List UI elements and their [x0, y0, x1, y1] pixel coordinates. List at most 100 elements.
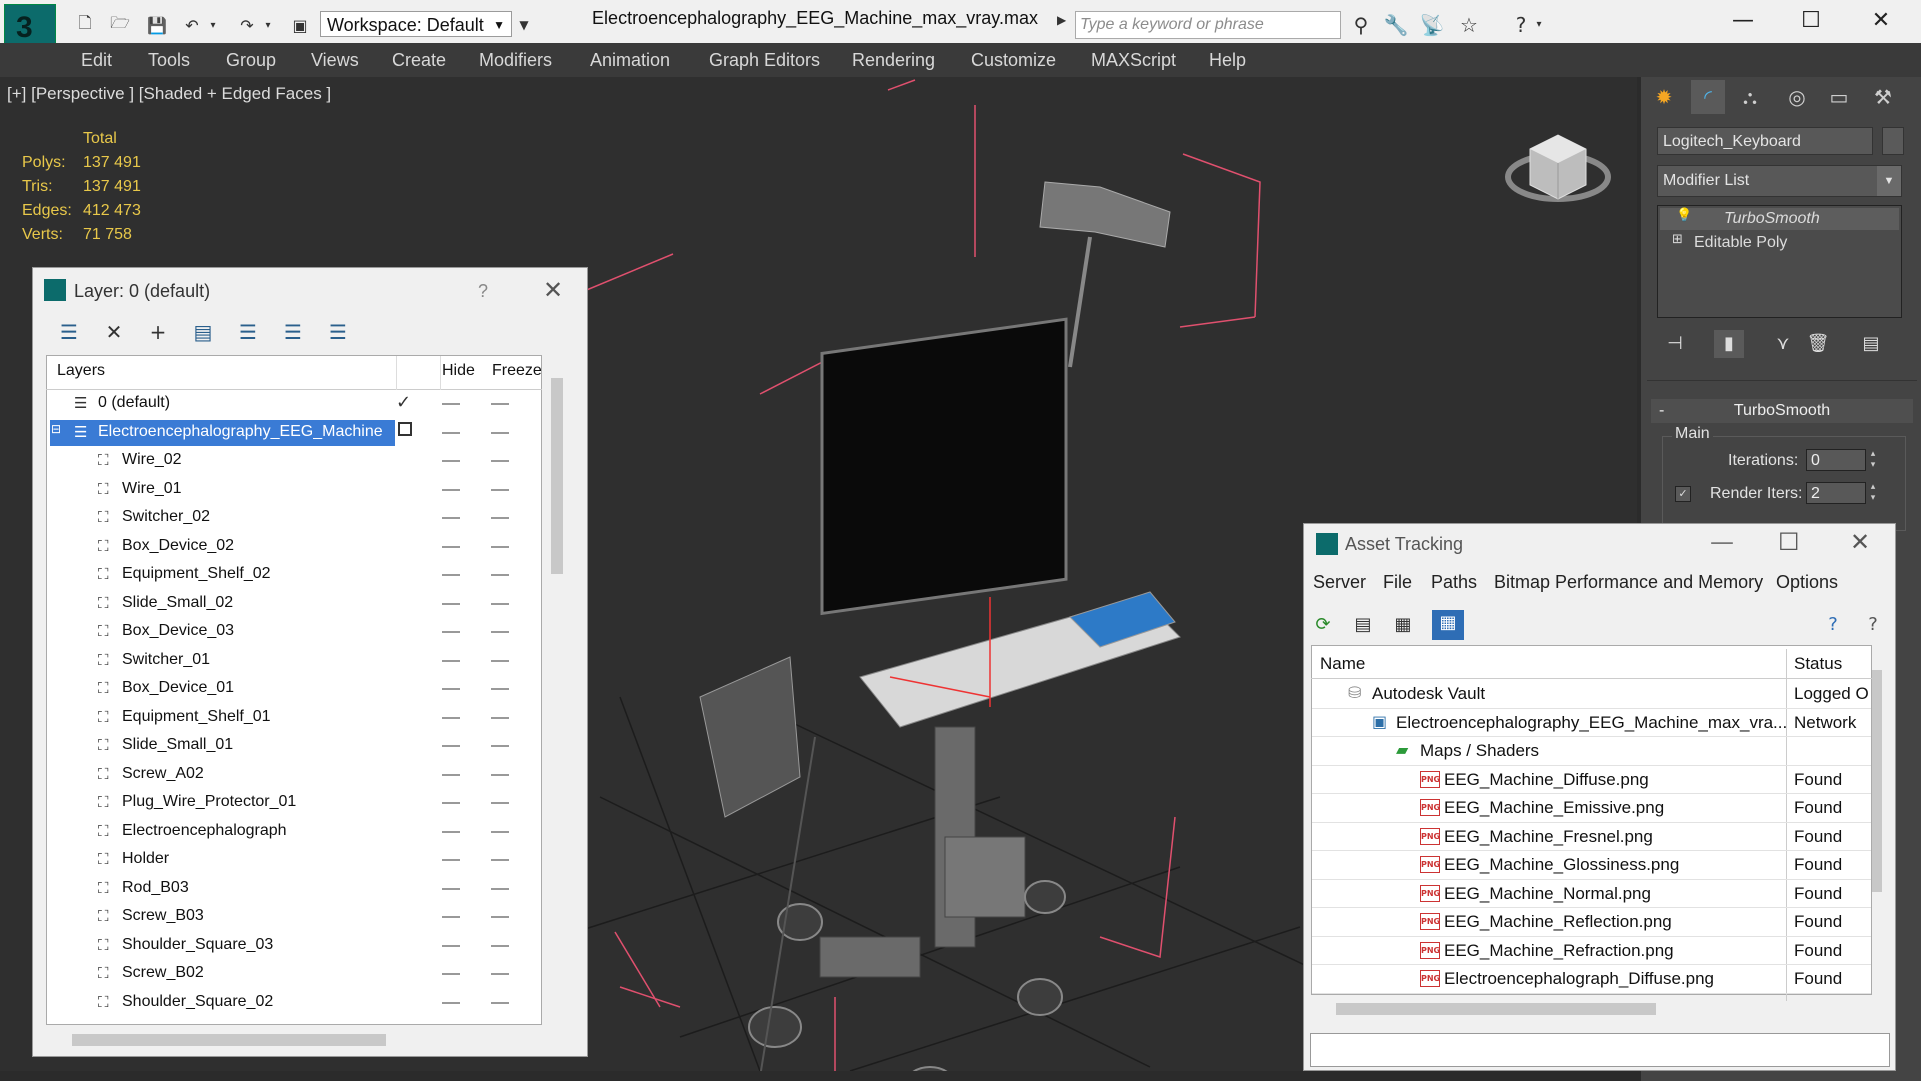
layer-row-object[interactable]: ⛶ Rod_B03 — [46, 875, 542, 904]
menu-help[interactable]: Help — [1209, 50, 1246, 71]
asset-menu-server[interactable]: Server — [1313, 572, 1366, 593]
thumbnail-view-icon[interactable]: ▦ — [1390, 612, 1416, 638]
render-iters-spinner[interactable]: 2 — [1806, 482, 1866, 504]
hide-toggle[interactable] — [442, 574, 460, 576]
open-file-icon[interactable]: 🗁 — [108, 13, 132, 36]
table-view-icon[interactable]: ▦ — [1432, 610, 1464, 640]
collapse-minus-icon[interactable]: ⊟ — [51, 422, 61, 436]
asset-row[interactable]: PNG EEG_Machine_Glossiness.png Found — [1312, 851, 1871, 880]
spinner-arrows-icon[interactable]: ▴ ▾ — [1866, 449, 1880, 471]
freeze-toggle[interactable] — [491, 545, 509, 548]
active-layer-check-icon[interactable]: ✓ — [396, 392, 411, 413]
maximize-icon[interactable]: ☐ — [1778, 528, 1800, 556]
turbosmooth-rollout-header[interactable]: - TurboSmooth — [1651, 399, 1913, 423]
freeze-toggle[interactable] — [491, 688, 509, 690]
minimize-button[interactable]: — — [1713, 4, 1773, 38]
freeze-toggle[interactable] — [491, 830, 509, 833]
hide-toggle[interactable] — [442, 745, 460, 747]
layer-row-object[interactable]: ⛶ Screw_B03 — [46, 903, 542, 932]
freeze-toggle[interactable] — [491, 1001, 509, 1004]
maximize-button[interactable]: ☐ — [1781, 4, 1841, 38]
freeze-toggle[interactable] — [491, 517, 509, 519]
hide-toggle[interactable] — [442, 517, 460, 519]
asset-row[interactable]: ▣ Electroencephalography_EEG_Machine_max_… — [1312, 709, 1871, 737]
menu-customize[interactable]: Customize — [971, 50, 1056, 71]
hide-toggle[interactable] — [442, 830, 460, 833]
stack-item-editable-poly[interactable]: ⊞ Editable Poly — [1660, 232, 1899, 254]
menu-group[interactable]: Group — [226, 50, 276, 71]
hide-toggle[interactable] — [442, 545, 460, 548]
layer-row-object[interactable]: ⛶ Switcher_02 — [46, 504, 542, 533]
hide-toggle[interactable] — [442, 773, 460, 776]
menu-maxscript[interactable]: MAXScript — [1091, 50, 1176, 71]
highlight-layer-icon[interactable]: ☰ — [233, 317, 263, 347]
menu-tools[interactable]: Tools — [148, 50, 190, 71]
stack-item-turbosmooth[interactable]: 💡 TurboSmooth — [1660, 208, 1899, 230]
quick-access-customize-icon[interactable]: ▼ — [515, 14, 533, 36]
layer-new-icon[interactable]: ☰ — [54, 317, 84, 347]
freeze-toggle[interactable] — [491, 745, 509, 747]
hide-toggle[interactable] — [442, 802, 460, 804]
refresh-icon[interactable]: ⟳ — [1310, 612, 1336, 638]
asset-path-field[interactable] — [1310, 1033, 1890, 1067]
vault-help-icon[interactable]: ? — [1860, 612, 1886, 638]
redo-dropdown-icon[interactable]: ▾ — [262, 14, 274, 36]
layer-row-object[interactable]: ⛶ Switcher_01 — [46, 647, 542, 676]
favorites-star-icon[interactable]: ☆ — [1456, 12, 1482, 38]
freeze-toggle[interactable] — [491, 574, 509, 576]
asset-row[interactable]: PNG EEG_Machine_Fresnel.png Found — [1312, 823, 1871, 851]
menu-views[interactable]: Views — [311, 50, 359, 71]
asset-row[interactable]: PNG EEG_Machine_Diffuse.png Found — [1312, 766, 1871, 794]
menu-rendering[interactable]: Rendering — [852, 50, 935, 71]
asset-menu-options[interactable]: Options — [1776, 572, 1838, 593]
select-in-layer-icon[interactable]: ▤ — [188, 317, 218, 347]
asset-row[interactable]: PNG EEG_Machine_Emissive.png Found — [1312, 794, 1871, 823]
column-status[interactable]: Status — [1794, 654, 1842, 674]
hide-toggle[interactable] — [442, 631, 460, 633]
close-icon[interactable]: ✕ — [543, 276, 563, 304]
hide-all-layers-icon[interactable]: ☰ — [278, 317, 308, 347]
object-color-swatch[interactable] — [1882, 127, 1904, 155]
save-icon[interactable]: 💾 — [145, 14, 169, 36]
asset-vertical-scrollbar[interactable] — [1872, 670, 1882, 892]
menu-create[interactable]: Create — [392, 50, 446, 71]
layer-row-object[interactable]: ⛶ Box_Device_03 — [46, 618, 542, 647]
layer-row-object[interactable]: ⛶ Shoulder_Square_03 — [46, 932, 542, 961]
render-iters-checkbox[interactable]: ✓ — [1675, 486, 1691, 502]
object-name-field[interactable]: Logitech_Keyboard — [1657, 127, 1873, 155]
layer-row-object[interactable]: ⛶ Box_Device_01 — [46, 675, 542, 704]
show-end-result-icon[interactable]: ▮ — [1714, 330, 1744, 358]
undo-dropdown-icon[interactable]: ▾ — [207, 14, 219, 36]
hide-toggle[interactable] — [442, 916, 460, 918]
hide-toggle[interactable] — [442, 659, 460, 662]
display-tab-icon[interactable]: ▭ — [1822, 80, 1856, 114]
add-to-layer-icon[interactable]: + — [143, 317, 173, 347]
hide-toggle[interactable] — [442, 431, 460, 434]
modify-tab-icon[interactable]: ◜ — [1691, 80, 1725, 114]
menu-edit[interactable]: Edit — [81, 50, 112, 71]
help-dropdown-icon[interactable]: ▾ — [1532, 12, 1546, 38]
hide-toggle[interactable] — [442, 859, 460, 861]
tools-icon[interactable]: 🔧 — [1383, 12, 1409, 38]
hide-toggle[interactable] — [442, 488, 460, 491]
hide-toggle[interactable] — [442, 460, 460, 462]
layer-row-object[interactable]: ⛶ Box_Device_02 — [46, 533, 542, 562]
search-input[interactable]: Type a keyword or phrase — [1075, 11, 1341, 39]
close-icon[interactable]: ✕ — [1850, 528, 1870, 556]
help-icon[interactable]: ? — [1508, 12, 1534, 38]
hide-toggle[interactable] — [442, 1001, 460, 1004]
layer-row-object[interactable]: ⛶ Shoulder_Square_02 — [46, 989, 542, 1018]
vault-login-icon[interactable]: ? — [1820, 612, 1846, 638]
pin-stack-icon[interactable]: ⊣ — [1660, 330, 1690, 358]
binoculars-icon[interactable]: ⚲ — [1348, 12, 1374, 38]
layer-row-object[interactable]: ⛶ Electroencephalograph — [46, 818, 542, 847]
freeze-toggle[interactable] — [491, 431, 509, 434]
close-button[interactable]: ✕ — [1851, 4, 1911, 38]
menu-modifiers[interactable]: Modifiers — [479, 50, 552, 71]
asset-row[interactable]: PNG EEG_Machine_Normal.png Found — [1312, 880, 1871, 908]
freeze-toggle[interactable] — [491, 716, 509, 719]
search-expand-icon[interactable]: ▶ — [1057, 13, 1071, 37]
hide-toggle[interactable] — [442, 688, 460, 690]
hide-toggle[interactable] — [442, 944, 460, 947]
layer-vertical-scrollbar[interactable] — [551, 378, 563, 574]
